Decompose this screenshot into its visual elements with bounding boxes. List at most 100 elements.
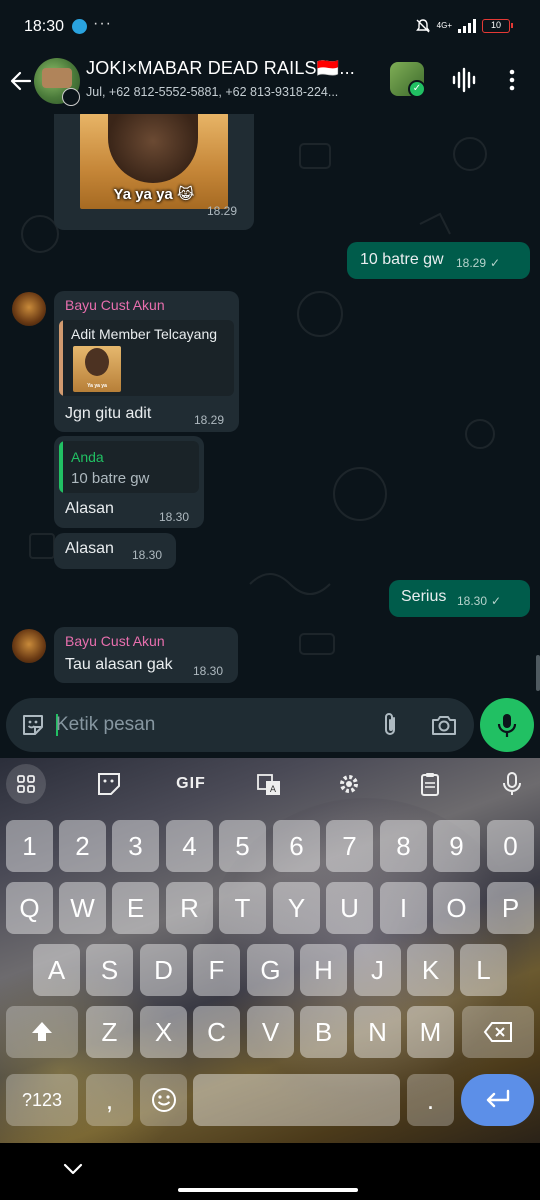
key-d[interactable]: D xyxy=(140,944,187,996)
shift-key[interactable] xyxy=(6,1006,78,1058)
incoming-message[interactable]: Bayu Cust Akun Tau alasan gak 18.30 xyxy=(54,627,238,683)
back-arrow-icon[interactable] xyxy=(8,68,34,94)
key-x[interactable]: X xyxy=(140,1006,187,1058)
message-text: 10 batre gw xyxy=(360,251,444,268)
sticker-image[interactable]: Ya ya ya 😹 xyxy=(80,114,228,209)
message-list[interactable]: Ya ya ya 😹 18.29 10 batre gw 18.29 ✓ Bayu… xyxy=(0,114,540,698)
sent-check-icon: ✓ xyxy=(491,594,502,608)
outgoing-message[interactable]: Serius 18.30 ✓ xyxy=(389,580,530,617)
home-gesture-handle[interactable] xyxy=(178,1188,358,1192)
sender-name[interactable]: Bayu Cust Akun xyxy=(65,297,165,313)
key-s[interactable]: S xyxy=(86,944,133,996)
message-time: 18.30 ✓ xyxy=(457,594,502,608)
key-f[interactable]: F xyxy=(193,944,240,996)
incoming-message[interactable]: Anda 10 batre gw Alasan 18.30 xyxy=(54,436,204,528)
message-time: 18.29 xyxy=(194,413,225,427)
key-z[interactable]: Z xyxy=(86,1006,133,1058)
telegram-notification-icon xyxy=(72,19,87,34)
gif-button[interactable]: GIF xyxy=(169,764,213,804)
voice-record-button[interactable] xyxy=(480,698,534,752)
key-t[interactable]: T xyxy=(219,882,266,934)
message-time: 18.29 xyxy=(207,204,238,218)
voice-chat-icon[interactable] xyxy=(450,66,478,94)
key-1[interactable]: 1 xyxy=(6,820,53,872)
key-0[interactable]: 0 xyxy=(487,820,534,872)
key-c[interactable]: C xyxy=(193,1006,240,1058)
keyboard-mic-icon[interactable] xyxy=(492,764,532,804)
incoming-message[interactable]: Bayu Cust Akun Adit Member Telcayang Ya … xyxy=(54,291,239,432)
key-4[interactable]: 4 xyxy=(166,820,213,872)
enter-key[interactable] xyxy=(461,1074,534,1126)
key-6[interactable]: 6 xyxy=(273,820,320,872)
hide-keyboard-chevron-icon[interactable] xyxy=(62,1161,84,1177)
sender-avatar[interactable] xyxy=(12,292,46,326)
key-w[interactable]: W xyxy=(59,882,106,934)
incoming-message[interactable]: Alasan 18.30 xyxy=(54,533,176,569)
scroll-indicator[interactable] xyxy=(536,655,540,691)
sender-name[interactable]: Bayu Cust Akun xyxy=(65,633,165,649)
bell-off-icon xyxy=(415,19,430,33)
camera-icon[interactable] xyxy=(430,712,458,738)
apps-grid-icon[interactable] xyxy=(6,764,46,804)
outgoing-message[interactable]: 10 batre gw 18.29 ✓ xyxy=(347,242,530,279)
quoted-message[interactable]: Adit Member Telcayang Ya ya ya xyxy=(59,320,234,396)
sender-avatar[interactable] xyxy=(12,629,46,663)
key-v[interactable]: V xyxy=(247,1006,294,1058)
key-l[interactable]: L xyxy=(460,944,507,996)
key-2[interactable]: 2 xyxy=(59,820,106,872)
key-g[interactable]: G xyxy=(247,944,294,996)
message-text: Serius xyxy=(401,588,447,605)
sticker-face xyxy=(108,114,198,183)
key-9[interactable]: 9 xyxy=(433,820,480,872)
quoted-sticker-thumbnail: Ya ya ya xyxy=(73,346,121,392)
quote-bar xyxy=(59,320,63,396)
key-q[interactable]: Q xyxy=(6,882,53,934)
signal-icon xyxy=(458,19,476,33)
key-a[interactable]: A xyxy=(33,944,80,996)
quote-bar xyxy=(59,441,63,493)
emoji-key[interactable] xyxy=(140,1074,187,1126)
key-k[interactable]: K xyxy=(407,944,454,996)
key-u[interactable]: U xyxy=(326,882,373,934)
chat-members[interactable]: Jul, +62 812-5552-5881, +62 813-9318-224… xyxy=(86,85,378,99)
chat-title[interactable]: JOKI×MABAR DEAD RAILS🇮🇩... xyxy=(86,58,376,79)
quoted-sender: Adit Member Telcayang xyxy=(71,326,218,342)
clipboard-icon[interactable] xyxy=(410,764,450,804)
key-y[interactable]: Y xyxy=(273,882,320,934)
settings-gear-icon[interactable] xyxy=(329,764,369,804)
sticker-caption: Ya ya ya 😹 xyxy=(113,186,195,203)
sticker-icon[interactable] xyxy=(89,764,129,804)
svg-text:A: A xyxy=(270,785,277,795)
space-bar[interactable] xyxy=(193,1074,400,1126)
key-8[interactable]: 8 xyxy=(380,820,427,872)
key-h[interactable]: H xyxy=(300,944,347,996)
symbols-key[interactable]: ?123 xyxy=(6,1074,78,1126)
quoted-message[interactable]: Anda 10 batre gw xyxy=(59,441,199,493)
paperclip-icon[interactable] xyxy=(378,711,404,739)
check-badge-icon: ✓ xyxy=(408,80,426,98)
comma-key[interactable]: , xyxy=(86,1074,133,1126)
translate-icon[interactable]: A xyxy=(249,764,289,804)
key-m[interactable]: M xyxy=(407,1006,454,1058)
shift-icon xyxy=(32,1022,52,1041)
key-j[interactable]: J xyxy=(354,944,401,996)
key-3[interactable]: 3 xyxy=(112,820,159,872)
key-n[interactable]: N xyxy=(354,1006,401,1058)
key-5[interactable]: 5 xyxy=(219,820,266,872)
more-notifications-icon: ··· xyxy=(93,15,112,32)
key-i[interactable]: I xyxy=(380,882,427,934)
key-7[interactable]: 7 xyxy=(326,820,373,872)
key-b[interactable]: B xyxy=(300,1006,347,1058)
sticker-emoji-icon[interactable] xyxy=(20,712,46,738)
message-time: 18.30 xyxy=(193,664,224,678)
key-o[interactable]: O xyxy=(433,882,480,934)
message-input[interactable] xyxy=(56,712,366,738)
key-p[interactable]: P xyxy=(487,882,534,934)
sticker-message[interactable]: Ya ya ya 😹 18.29 xyxy=(54,114,254,230)
more-menu-icon[interactable] xyxy=(500,68,524,92)
key-r[interactable]: R xyxy=(166,882,213,934)
backspace-key[interactable] xyxy=(462,1006,534,1058)
key-e[interactable]: E xyxy=(112,882,159,934)
sent-check-icon: ✓ xyxy=(490,256,501,270)
period-key[interactable]: . xyxy=(407,1074,454,1126)
